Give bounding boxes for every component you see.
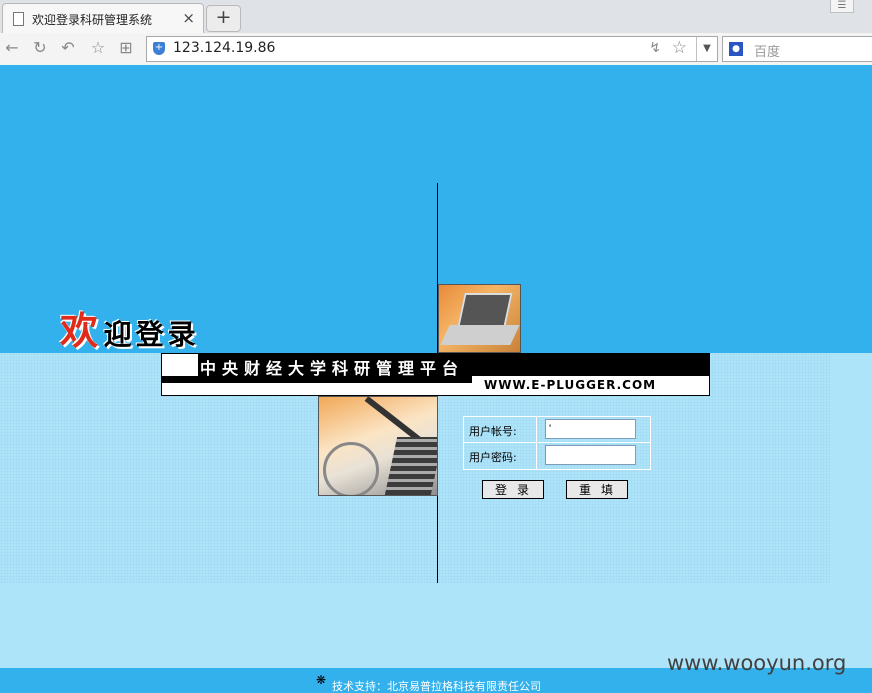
- username-field[interactable]: [545, 419, 636, 439]
- browser-chrome: 欢迎登录科研管理系统 × + ☰ ← ↻ ↶ ☆ ⊞ + 123.124.19.…: [0, 0, 872, 66]
- reset-button[interactable]: 重填: [566, 480, 628, 499]
- watermark: www.wooyun.org: [667, 651, 847, 675]
- title-banner: 中央财经大学科研管理平台 WWW.E-PLUGGER.COM: [161, 353, 710, 396]
- support-logo-icon: ❋: [316, 673, 327, 687]
- browser-tab[interactable]: 欢迎登录科研管理系统 ×: [2, 3, 204, 33]
- welcome-first-char: 欢: [60, 308, 99, 353]
- search-placeholder: 百度: [754, 45, 781, 60]
- tab-close-icon[interactable]: ×: [182, 9, 195, 27]
- back-icon[interactable]: ←: [2, 38, 22, 58]
- window-menu-icon[interactable]: ☰: [830, 0, 854, 13]
- login-form: 用户帐号: 用户密码:: [463, 416, 651, 470]
- laptop-photo: [438, 284, 521, 353]
- pen-calculator-photo: [318, 396, 438, 496]
- calculator-shape: [384, 437, 437, 495]
- password-label: 用户密码:: [469, 451, 517, 464]
- laptop-screen-shape: [457, 293, 513, 327]
- page-icon: [13, 12, 24, 26]
- row-separator: [536, 443, 537, 469]
- search-box[interactable]: ● 百度: [722, 36, 872, 62]
- bookmark-star-icon[interactable]: ☆: [88, 38, 108, 58]
- address-url[interactable]: 123.124.19.86: [173, 40, 275, 56]
- banner-white-cut: [162, 354, 198, 376]
- chevron-down-icon[interactable]: ▼: [696, 37, 717, 61]
- username-label: 用户帐号:: [469, 425, 517, 438]
- favorite-star-icon[interactable]: ☆: [672, 38, 687, 58]
- notebook-rings-shape: [323, 442, 379, 495]
- banner-website: WWW.E-PLUGGER.COM: [484, 378, 657, 392]
- footer-support-text: 技术支持：北京易普拉格科技有限责任公司: [332, 680, 541, 693]
- row-separator: [536, 417, 537, 443]
- apps-grid-icon[interactable]: ⊞: [116, 38, 136, 58]
- tab-title: 欢迎登录科研管理系统: [32, 13, 153, 27]
- reload-icon[interactable]: ↻: [30, 38, 50, 58]
- welcome-rest: 迎登录: [103, 318, 200, 351]
- password-field[interactable]: [545, 445, 636, 465]
- undo-icon[interactable]: ↶: [58, 38, 78, 58]
- lightning-icon[interactable]: ↯: [649, 40, 661, 56]
- login-button[interactable]: 登录: [482, 480, 544, 499]
- tab-strip: 欢迎登录科研管理系统 × + ☰: [0, 0, 872, 34]
- laptop-keyboard-shape: [440, 325, 520, 345]
- login-page: 欢 迎登录 中央财经大学科研管理平台 WWW.E-PLUGGER.COM 用户帐…: [0, 65, 872, 693]
- new-tab-button[interactable]: +: [206, 5, 241, 32]
- baidu-paw-icon: ●: [729, 42, 743, 56]
- banner-bar: [162, 376, 472, 383]
- navigation-bar: ← ↻ ↶ ☆ ⊞ + 123.124.19.86 ↯ ☆ ▼ ● 百度: [0, 33, 872, 66]
- password-row: 用户密码:: [464, 443, 650, 469]
- security-shield-icon: +: [153, 42, 165, 55]
- username-row: 用户帐号:: [464, 417, 650, 443]
- welcome-heading: 欢 迎登录: [60, 300, 200, 355]
- address-bar[interactable]: + 123.124.19.86 ↯ ☆ ▼: [146, 36, 718, 62]
